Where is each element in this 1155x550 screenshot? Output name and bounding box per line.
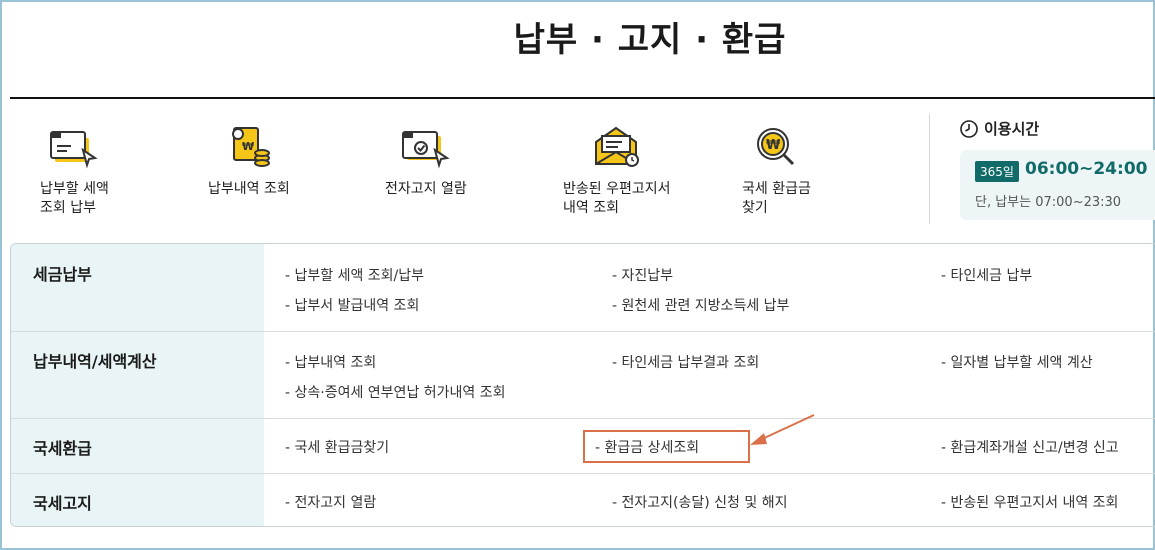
link-other-tax-result[interactable]: - 타인세금 납부결과 조회 [612, 352, 759, 372]
link-returned-mail[interactable]: - 반송된 우편고지서 내역 조회 [941, 492, 1118, 512]
quick-label: 납부할 세액 조회 납부 [40, 181, 109, 216]
menu-row-notice: 국세고지 - 전자고지 열람 - 전자고지(송달) 신청 및 해지 - 반송된 … [11, 473, 1155, 526]
quick-label: 전자고지 열람 [385, 181, 467, 197]
quick-item-e-notice[interactable]: 전자고지 열람 [385, 118, 467, 228]
menu-row-payment-history: 납부내역/세액계산 - 납부내역 조회 - 타인세금 납부결과 조회 - 일자별… [11, 331, 1155, 419]
e-notice-icon [401, 131, 450, 169]
quick-item-payment-history[interactable]: ₩ 납부내역 조회 [208, 118, 290, 228]
refund-search-icon: ₩ [757, 128, 795, 166]
link-refund-search[interactable]: - 국세 환급금찾기 [285, 437, 389, 457]
category-label: 국세환급 [33, 439, 92, 458]
quick-label: 국세 환급금 찾기 [742, 181, 811, 216]
hours-badge: 365일 [975, 161, 1019, 182]
quick-label: 납부내역 조회 [208, 181, 290, 197]
link-withholding-local-tax[interactable]: - 원천세 관련 지방소득세 납부 [612, 295, 789, 315]
hours-title: 이용시간 [960, 118, 1039, 139]
menu-row-tax-payment: 세금납부 - 납부할 세액 조회/납부 - 자진납부 - 타인세금 납부 - 납… [11, 244, 1155, 332]
payment-history-icon: ₩ [231, 127, 270, 167]
service-menu-table: 세금납부 - 납부할 세액 조회/납부 - 자진납부 - 타인세금 납부 - 납… [10, 243, 1155, 527]
quick-item-returned-mail[interactable]: 반송된 우편고지서 내역 조회 [563, 118, 671, 228]
link-refund-account[interactable]: - 환급계좌개설 신고/변경 신고 [941, 437, 1119, 457]
category-label: 납부내역/세액계산 [33, 352, 157, 371]
clock-icon [960, 119, 978, 138]
quick-label: 반송된 우편고지서 내역 조회 [563, 181, 671, 216]
returned-mail-icon [594, 126, 639, 167]
link-installment-permit[interactable]: - 상속·증여세 연부연납 허가내역 조회 [285, 382, 506, 402]
link-other-tax-payment[interactable]: - 타인세금 납부 [941, 265, 1032, 285]
link-self-payment[interactable]: - 자진납부 [612, 265, 673, 285]
link-e-notice[interactable]: - 전자고지 열람 [285, 492, 376, 512]
link-daily-tax-calc[interactable]: - 일자별 납부할 세액 계산 [941, 352, 1093, 372]
category-label: 국세고지 [33, 494, 92, 513]
title-divider [10, 97, 1155, 99]
page-title: 납부 · 고지 · 환급 [513, 20, 787, 60]
annotation-highlight-box [583, 430, 750, 463]
category-label: 세금납부 [33, 265, 92, 284]
hours-note: 단, 납부는 07:00~23:30 [975, 195, 1122, 210]
link-e-notice-apply[interactable]: - 전자고지(송달) 신청 및 해지 [612, 492, 787, 512]
link-payment-slip-history[interactable]: - 납부서 발급내역 조회 [285, 295, 419, 315]
link-payment-history[interactable]: - 납부내역 조회 [285, 352, 376, 372]
hours-title-text: 이용시간 [984, 120, 1040, 138]
quick-item-refund-search[interactable]: ₩ 국세 환급금 찾기 [742, 118, 811, 228]
quick-item-tax-inquiry[interactable]: 납부할 세액 조회 납부 [40, 118, 109, 228]
link-tax-inquiry-payment[interactable]: - 납부할 세액 조회/납부 [285, 265, 424, 285]
svg-text:₩: ₩ [766, 138, 781, 153]
hours-time: 06:00~24:00 [1025, 159, 1148, 179]
svg-text:₩: ₩ [242, 140, 254, 153]
tax-inquiry-icon [50, 131, 99, 169]
quick-menu-divider [929, 114, 930, 224]
